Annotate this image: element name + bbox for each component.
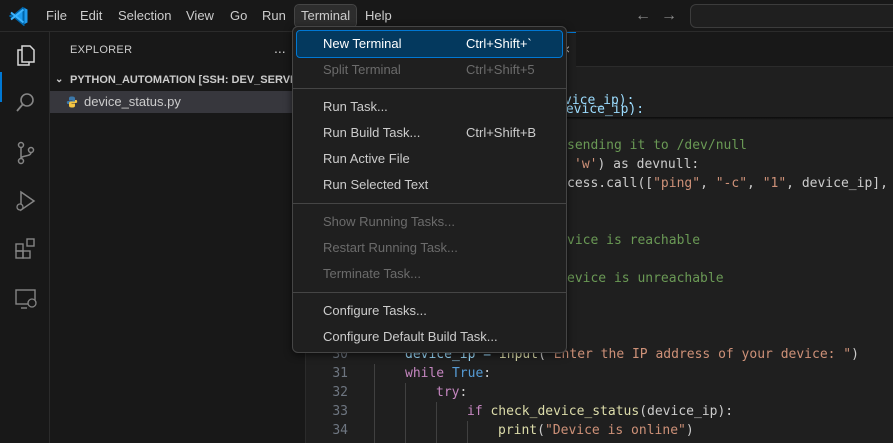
menu-item-run-active-file[interactable]: Run Active File bbox=[297, 146, 562, 172]
menu-item-show-running-tasks[interactable]: Show Running Tasks... bbox=[297, 209, 562, 235]
menu-help[interactable]: Help bbox=[359, 5, 398, 27]
line-number: 31 bbox=[332, 366, 348, 381]
code-line-33: if check_device_status(device_ip): bbox=[467, 404, 734, 419]
chevron-down-icon: ⌄ bbox=[55, 74, 64, 85]
code-line-31: while True: bbox=[405, 366, 492, 381]
code-comment-unreachable: evice is unreachable bbox=[567, 271, 724, 286]
source-control-icon[interactable] bbox=[13, 140, 39, 166]
back-arrow-icon[interactable]: ← bbox=[634, 6, 652, 26]
remote-explorer-icon[interactable] bbox=[13, 286, 39, 312]
code-line-subprocess: cess.call(["ping", "-c", "1", device_ip]… bbox=[567, 176, 893, 191]
vscode-logo-icon bbox=[9, 6, 28, 26]
menu-terminal[interactable]: Terminal bbox=[293, 4, 358, 28]
workspace-folder[interactable]: ⌄ PYTHON_AUTOMATION [SSH: DEV_SERVER] bbox=[50, 69, 306, 91]
more-actions-icon[interactable]: ... bbox=[274, 40, 286, 56]
menu-item-new-terminal[interactable]: New Terminal Ctrl+Shift+` bbox=[296, 30, 563, 58]
activity-bar bbox=[0, 32, 50, 443]
explorer-title: EXPLORER bbox=[70, 44, 133, 56]
menu-item-split-terminal[interactable]: Split Terminal Ctrl+Shift+5 bbox=[297, 57, 562, 83]
terminal-menu-dropdown: New Terminal Ctrl+Shift+` Split Terminal… bbox=[292, 26, 567, 353]
forward-arrow-icon[interactable]: → bbox=[660, 6, 678, 26]
active-view-indicator bbox=[0, 72, 2, 102]
menu-item-run-selected-text[interactable]: Run Selected Text bbox=[297, 172, 562, 198]
menu-item-terminate-task[interactable]: Terminate Task... bbox=[297, 261, 562, 287]
search-icon[interactable] bbox=[13, 90, 39, 116]
menu-item-configure-default-build-task[interactable]: Configure Default Build Task... bbox=[297, 324, 562, 350]
menu-item-run-build-task[interactable]: Run Build Task... Ctrl+Shift+B bbox=[297, 120, 562, 146]
menu-item-restart-running-task[interactable]: Restart Running Task... bbox=[297, 235, 562, 261]
command-center-search[interactable] bbox=[690, 4, 893, 28]
menu-separator bbox=[293, 88, 566, 89]
menu-run[interactable]: Run bbox=[256, 5, 292, 27]
code-line-open: 'w') as devnull: bbox=[574, 157, 700, 172]
menu-view[interactable]: View bbox=[180, 5, 220, 27]
line-number: 33 bbox=[332, 404, 348, 419]
menu-item-run-task[interactable]: Run Task... bbox=[297, 94, 562, 120]
file-item-label: device_status.py bbox=[84, 94, 181, 109]
code-comment-reachable: vice is reachable bbox=[567, 233, 701, 248]
menu-file[interactable]: File bbox=[40, 5, 73, 27]
menu-separator bbox=[293, 203, 566, 204]
menu-edit[interactable]: Edit bbox=[74, 5, 108, 27]
explorer-files-icon[interactable] bbox=[13, 42, 39, 68]
file-item-device-status[interactable]: device_status.py bbox=[50, 91, 306, 113]
line-number: 32 bbox=[332, 385, 348, 400]
menu-item-configure-tasks[interactable]: Configure Tasks... bbox=[297, 298, 562, 324]
extensions-icon[interactable] bbox=[13, 236, 39, 262]
line-number: 34 bbox=[332, 423, 348, 438]
indent-guide bbox=[374, 364, 375, 443]
code-comment-1: sending it to /dev/null bbox=[567, 138, 748, 153]
menu-selection[interactable]: Selection bbox=[112, 5, 177, 27]
menu-separator bbox=[293, 292, 566, 293]
indent-guide bbox=[405, 383, 406, 443]
python-file-icon bbox=[66, 96, 78, 108]
explorer-sidebar: EXPLORER ... ⌄ PYTHON_AUTOMATION [SSH: D… bbox=[50, 32, 306, 443]
workspace-folder-label: PYTHON_AUTOMATION [SSH: DEV_SERVER] bbox=[70, 74, 306, 86]
run-debug-icon[interactable] bbox=[13, 188, 39, 214]
code-line-32: try: bbox=[436, 385, 468, 400]
menu-go[interactable]: Go bbox=[224, 5, 253, 27]
indent-guide bbox=[467, 421, 468, 443]
indent-guide bbox=[436, 402, 437, 443]
code-line-34: print("Device is online") bbox=[498, 423, 694, 438]
